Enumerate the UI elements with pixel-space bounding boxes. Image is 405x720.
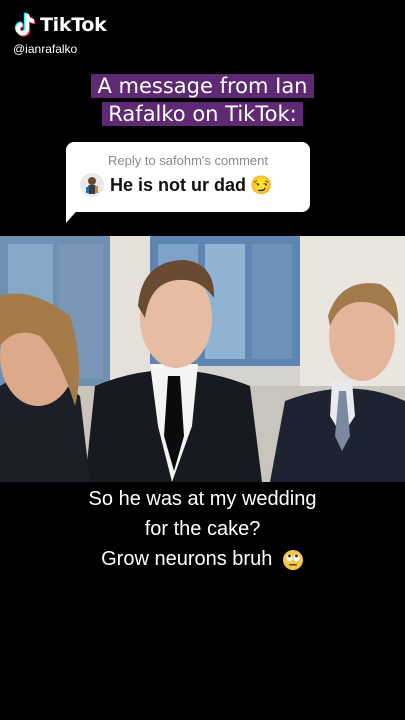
video-scene [0,236,405,482]
headline-line-1: A message from Ian [91,74,314,98]
commenter-avatar-icon [80,173,104,197]
caption-line-1: So he was at my wedding [88,488,317,510]
bubble-tail [66,205,82,223]
caption-line-2: for the cake? [144,518,261,540]
smirk-emoji-icon: 😏 [250,174,273,195]
video-frame[interactable] [0,236,405,482]
reply-to-label: Reply to safohm's comment [108,153,268,168]
tiktok-logo-icon [14,12,36,37]
creator-handle: @ianrafalko [13,42,78,56]
caption-line-3: Grow neurons bruh [101,548,273,570]
headline-line-2: Rafalko on TikTok: [102,102,303,126]
reply-comment-bubble: Reply to safohm's comment He is not ur d… [66,142,310,212]
headline: A message from Ian Rafalko on TikTok: [0,72,405,128]
app-name: TikTok [40,14,107,36]
eye-roll-emoji-icon [282,549,303,570]
tiktok-watermark: TikTok @ianrafalko [12,12,107,56]
comment-text: He is not ur dad [110,174,247,195]
video-caption: So he was at my wedding for the cake? Gr… [0,484,405,574]
